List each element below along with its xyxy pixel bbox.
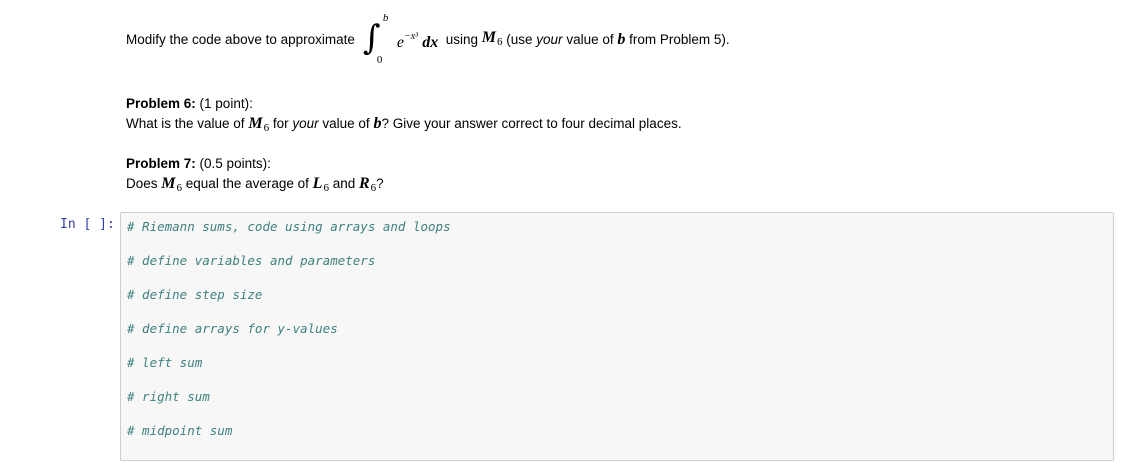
code-comment-line[interactable]: # midpoint sum	[127, 423, 232, 438]
integrand-exponent: −x³	[404, 31, 419, 42]
intro-paren-mid: value of	[566, 32, 614, 47]
problem7-q-and: and	[332, 176, 356, 191]
problem6-question: What is the value of M6 for your value o…	[126, 114, 682, 138]
problem6-q-mid: for	[272, 116, 289, 131]
code-comment-line[interactable]: # define step size	[127, 287, 262, 302]
problem6-q-pre: What is the value of	[126, 116, 245, 131]
intro-using: using	[445, 32, 478, 47]
intro-paren-post: from Problem 5).	[629, 32, 730, 47]
problem7-heading: Problem 7: (0.5 points):	[126, 154, 271, 174]
problem7-question: Does M6 equal the average of L6 and R6?	[126, 174, 384, 198]
problem7-q-r: R6	[359, 175, 377, 194]
problem7-q-l: L6	[312, 175, 329, 194]
problem6-points: (1 point):	[199, 96, 253, 111]
problem6-q-your: your	[292, 116, 319, 131]
integral-expression: ∫ b 0	[363, 12, 393, 66]
problem7-q-pre: Does	[126, 176, 158, 191]
intro-line: Modify the code above to approximate ∫ b…	[126, 12, 730, 66]
code-cell-editor[interactable]: # Riemann sums, code using arrays and lo…	[120, 212, 1114, 461]
code-comment-line[interactable]: # right sum	[127, 389, 210, 404]
problem6-label: Problem 6:	[126, 96, 196, 111]
problem7-q-post: ?	[376, 176, 384, 191]
intro-paren-your: your	[536, 32, 563, 47]
problem6-q-m: M6	[248, 115, 270, 134]
code-comment-line[interactable]: # left sum	[127, 355, 202, 370]
problem7-label: Problem 7:	[126, 156, 196, 171]
problem7-points: (0.5 points):	[199, 156, 271, 171]
code-comment-line[interactable]: # Riemann sums, code using arrays and lo…	[127, 219, 451, 234]
cell-prompt: In [ ]:	[60, 217, 115, 232]
intro-prefix: Modify the code above to approximate	[126, 32, 355, 47]
integrand-base: e	[396, 34, 404, 51]
problem7-q-m: M6	[161, 175, 183, 194]
problem6-q-mid2: value of	[322, 116, 370, 131]
code-comment-line[interactable]: # define arrays for y-values	[127, 321, 338, 336]
code-comment-line[interactable]: # define variables and parameters	[127, 253, 375, 268]
intro-method: M6	[481, 29, 503, 48]
intro-paren-var: b	[617, 31, 626, 48]
integral-upper-limit: b	[382, 12, 389, 24]
integral-lower-limit: 0	[376, 54, 383, 66]
problem7-q-mid: equal the average of	[185, 176, 309, 191]
problem6-heading: Problem 6: (1 point):	[126, 94, 253, 114]
integrand: e−x³ dx	[397, 27, 438, 53]
intro-paren-pre: (use	[506, 32, 533, 47]
problem6-q-post: ? Give your answer correct to four decim…	[381, 116, 682, 131]
integrand-dx: dx	[422, 34, 439, 51]
